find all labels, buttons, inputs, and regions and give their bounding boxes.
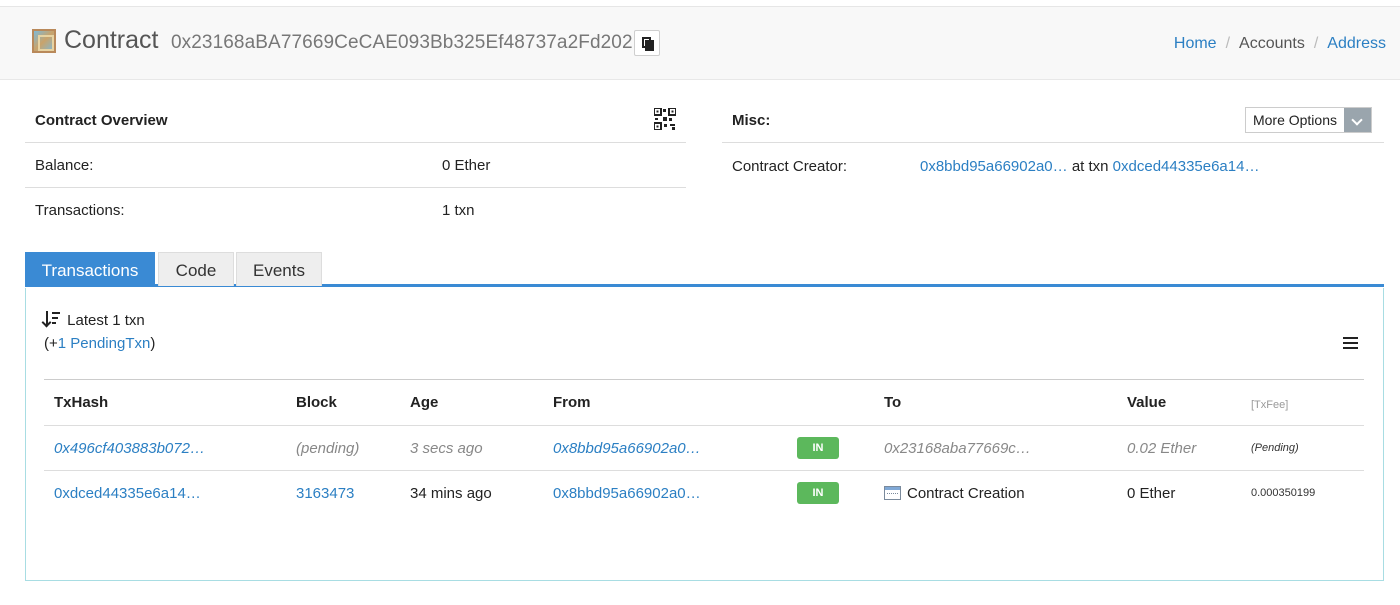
from-link[interactable]: 0x8bbd95a66902a0… — [553, 440, 701, 457]
breadcrumb-home[interactable]: Home — [1174, 35, 1217, 52]
creator-txn-link[interactable]: 0xdced44335e6a14… — [1113, 158, 1260, 175]
col-value: Value — [1117, 379, 1241, 426]
txhash-link[interactable]: 0xdced44335e6a14… — [54, 485, 201, 502]
breadcrumb-separator: / — [1313, 35, 1319, 52]
page-title: Contract — [64, 26, 159, 54]
more-options-label: More Options — [1252, 112, 1337, 128]
col-block: Block — [286, 379, 400, 426]
latest-txn-summary: Latest 1 txn — [44, 311, 145, 329]
menu-icon[interactable] — [1343, 337, 1358, 349]
copy-icon-fill — [645, 40, 654, 51]
sort-descending-icon — [44, 311, 61, 327]
col-age: Age — [400, 379, 543, 426]
direction-badge: IN — [797, 437, 839, 459]
col-txfee: [TxFee] — [1241, 379, 1364, 426]
transactions-value: 1 txn — [442, 202, 475, 219]
col-to: To — [874, 379, 1117, 426]
tab-events[interactable]: Events — [236, 252, 322, 286]
overview-header: Contract Overview — [25, 98, 686, 143]
block-cell: (pending) — [286, 425, 400, 471]
pending-txn-summary: (+1 PendingTxn) — [44, 335, 155, 352]
transactions-row: Transactions: 1 txn — [25, 188, 686, 233]
tab-bar: Transactions Code Events — [25, 252, 1384, 287]
overview-heading: Contract Overview — [35, 112, 168, 129]
to-cell: Contract Creation — [874, 471, 1117, 516]
misc-heading: Misc: — [732, 112, 771, 129]
tab-transactions[interactable]: Transactions — [25, 252, 155, 286]
txhash-link[interactable]: 0x496cf403883b072… — [54, 440, 205, 457]
transactions-label: Transactions: — [35, 202, 125, 219]
top-border — [0, 0, 1400, 7]
breadcrumb: Home / Accounts / Address — [1174, 35, 1386, 53]
pending-suffix: ) — [150, 335, 156, 352]
col-direction — [787, 379, 874, 426]
block-link[interactable]: 3163473 — [296, 485, 354, 502]
table-row: 0x496cf403883b072… (pending) 3 secs ago … — [44, 425, 1364, 471]
age-cell: 3 secs ago — [400, 425, 543, 471]
qr-code-icon[interactable] — [654, 108, 676, 130]
breadcrumb-accounts[interactable]: Accounts — [1239, 35, 1305, 52]
direction-badge: IN — [797, 482, 839, 505]
balance-label: Balance: — [35, 157, 94, 174]
creator-label: Contract Creator: — [732, 158, 848, 175]
chevron-down-icon — [1344, 108, 1371, 132]
creator-address-link[interactable]: 0x8bbd95a66902a0… — [920, 158, 1068, 175]
table-header-row: TxHash Block Age From To Value [TxFee] — [44, 379, 1364, 426]
misc-panel: Misc: More Options Contract Creator: 0x8… — [722, 98, 1384, 175]
contract-logo-icon — [32, 29, 56, 53]
balance-value: 0 Ether — [442, 157, 491, 174]
value-cell: 0 Ether — [1127, 484, 1176, 502]
to-cell: 0x23168aba77669c… — [874, 425, 1117, 471]
transactions-panel: Latest 1 txn (+1 PendingTxn) TxHash Bloc… — [25, 288, 1384, 581]
to-text: Contract Creation — [907, 484, 1025, 502]
pending-prefix: (+ — [44, 335, 58, 352]
contract-overview-panel: Contract Overview Balance: 0 Ether Trans… — [25, 98, 686, 233]
fee-cell: 0.000350199 — [1251, 487, 1316, 500]
breadcrumb-address: Address — [1327, 35, 1386, 52]
col-txhash: TxHash — [44, 379, 286, 426]
latest-txn-text: Latest 1 txn — [67, 312, 145, 329]
balance-row: Balance: 0 Ether — [25, 143, 686, 188]
pending-txn-link[interactable]: 1 PendingTxn — [58, 335, 151, 352]
from-link[interactable]: 0x8bbd95a66902a0… — [553, 485, 701, 502]
table-row: 0xdced44335e6a14… 3163473 34 mins ago 0x… — [44, 471, 1364, 516]
page-header: Contract 0x23168aBA77669CeCAE093Bb325Ef4… — [0, 7, 1400, 80]
breadcrumb-separator: / — [1225, 35, 1231, 52]
creator-value: 0x8bbd95a66902a0… at txn 0xdced44335e6a1… — [920, 158, 1259, 175]
more-options-button[interactable]: More Options — [1244, 107, 1372, 133]
fee-cell: (Pending) — [1241, 425, 1364, 471]
col-from: From — [543, 379, 787, 426]
value-cell: 0.02 Ether — [1117, 425, 1241, 471]
age-cell: 34 mins ago — [410, 484, 492, 502]
contract-address: 0x23168aBA77669CeCAE093Bb325Ef48737a2Fd2… — [171, 32, 633, 53]
transactions-table: TxHash Block Age From To Value [TxFee] 0… — [44, 379, 1364, 516]
at-txn-text: at txn — [1071, 158, 1109, 175]
contract-creation-icon — [884, 485, 901, 500]
tab-code[interactable]: Code — [158, 252, 234, 286]
copy-address-button[interactable] — [634, 30, 660, 56]
misc-header: Misc: More Options — [722, 98, 1384, 143]
